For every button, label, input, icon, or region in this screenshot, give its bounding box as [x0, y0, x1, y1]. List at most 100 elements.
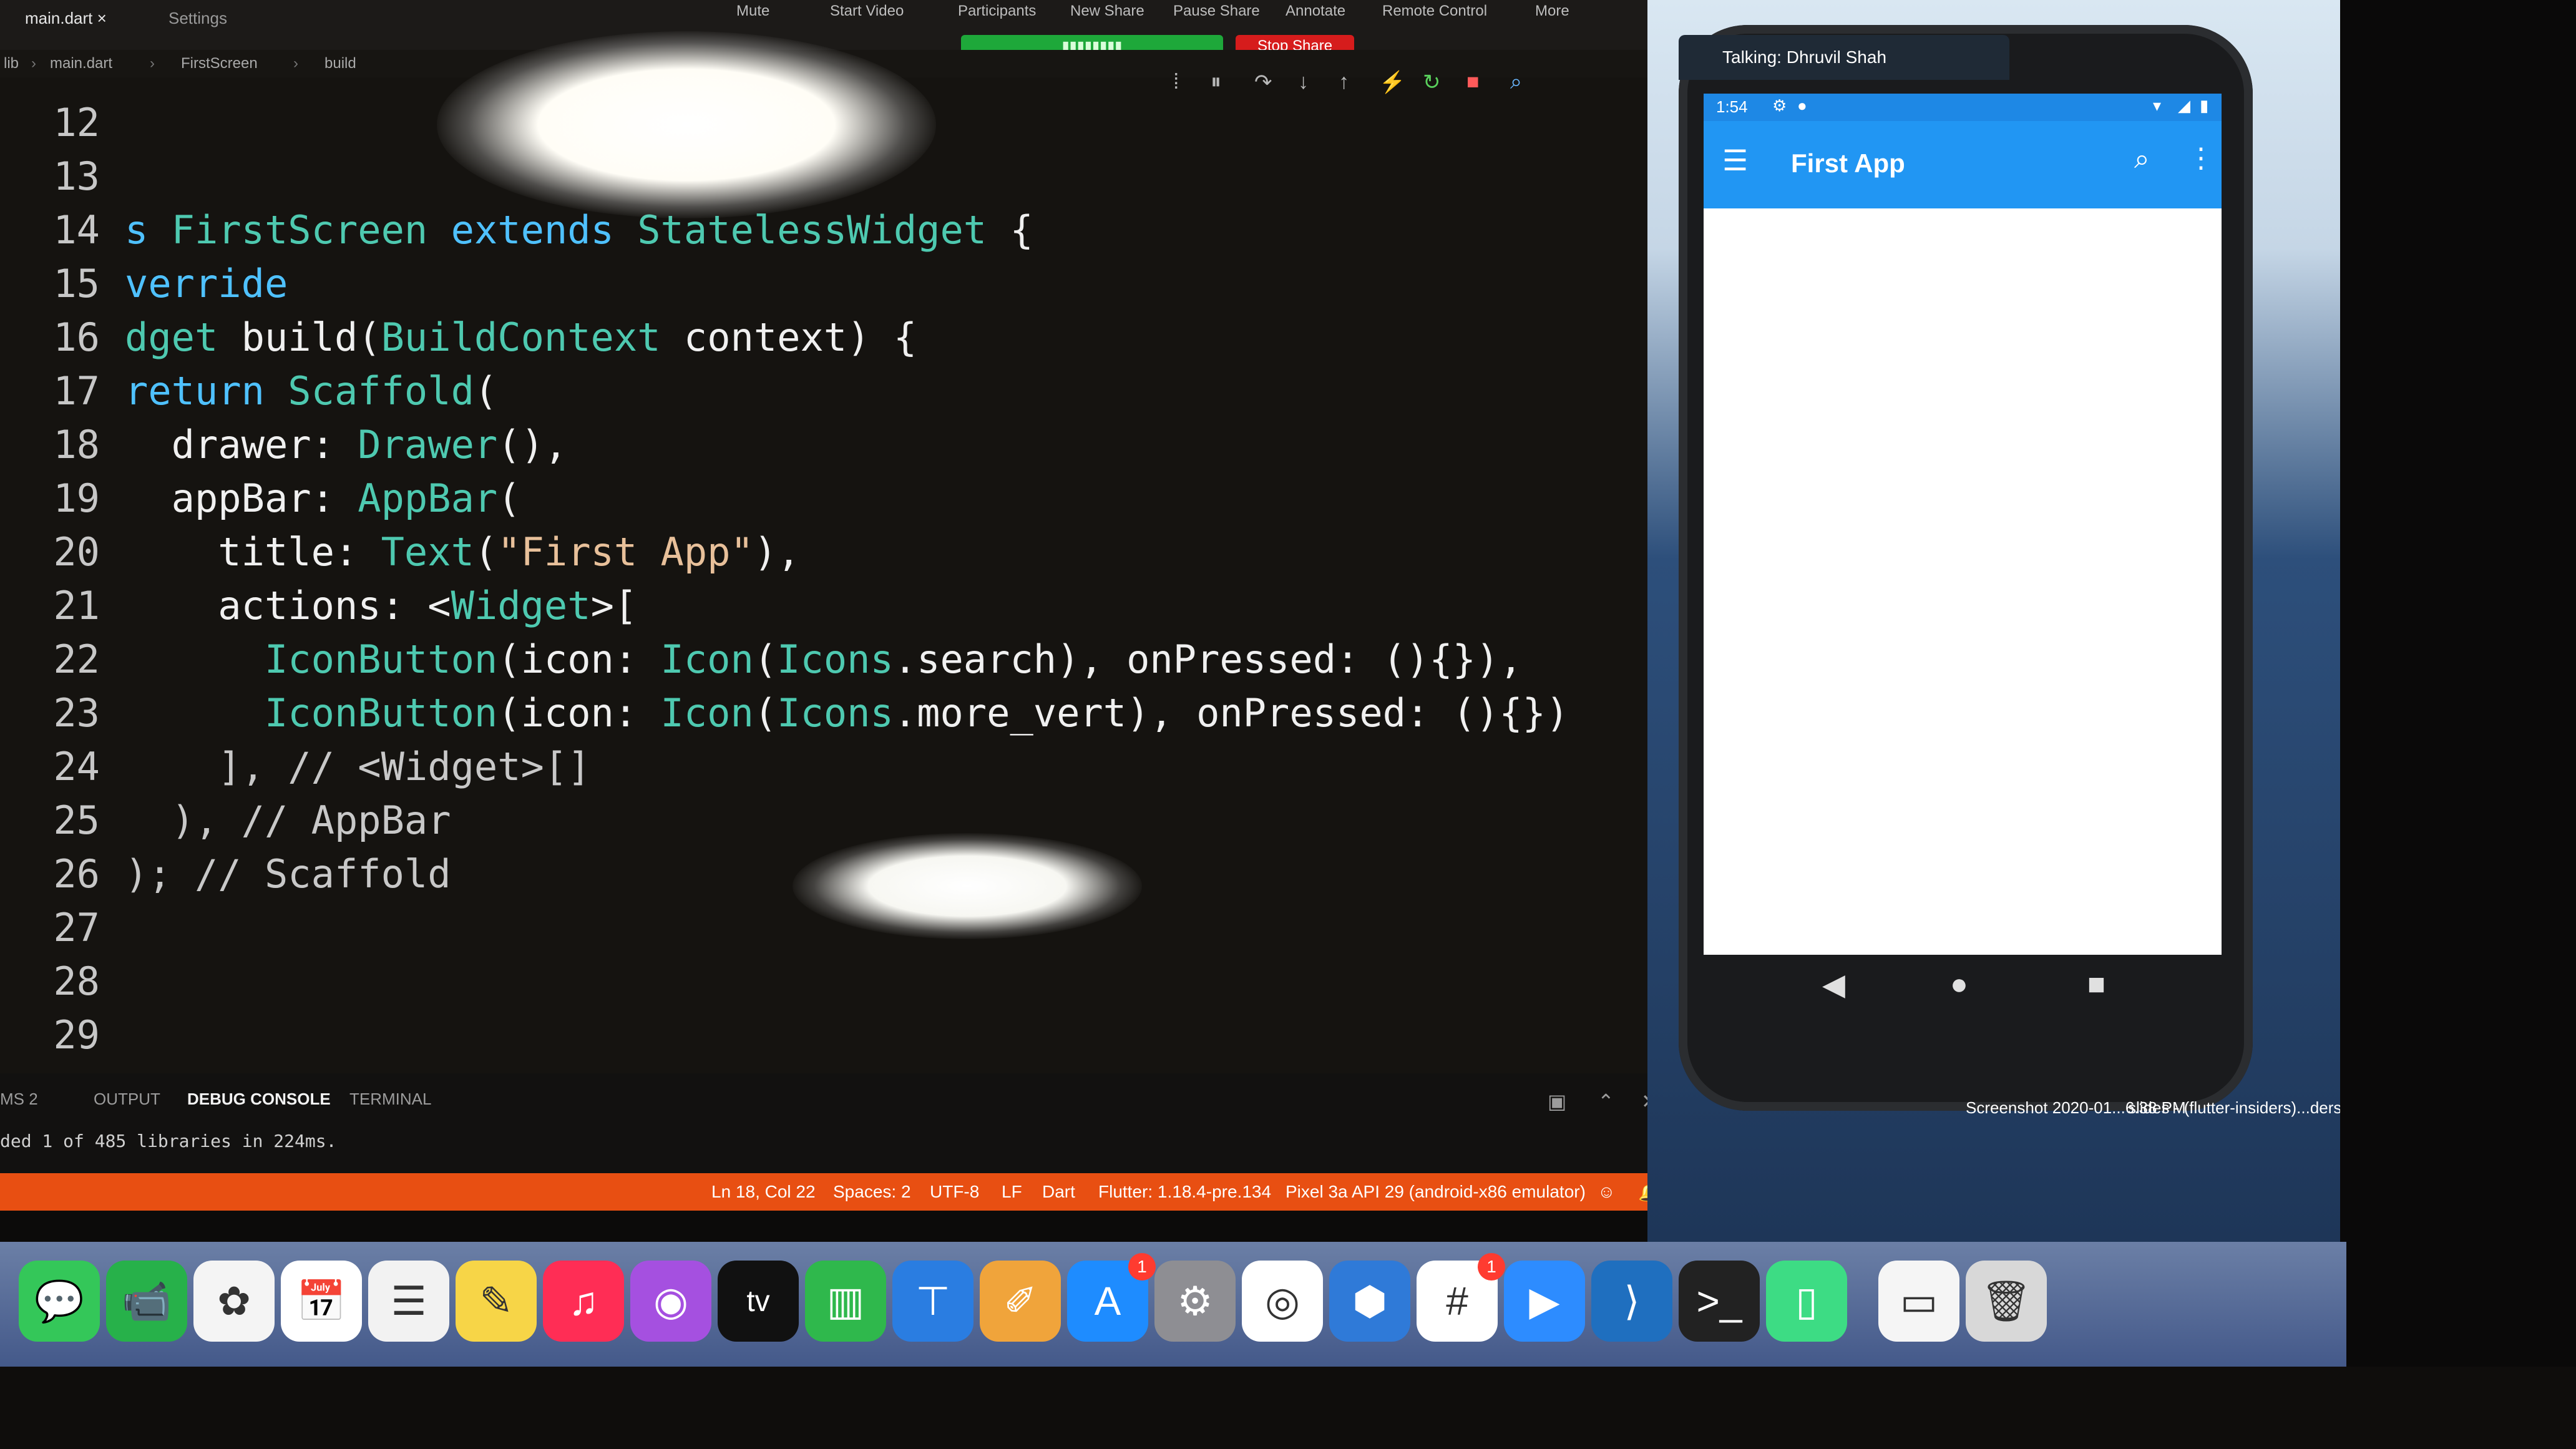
- start-video-button[interactable]: Start Video: [830, 2, 904, 20]
- new-share-button[interactable]: New Share: [1070, 2, 1144, 20]
- language-mode[interactable]: Dart: [1042, 1182, 1075, 1202]
- breadcrumb-item[interactable]: main.dart: [50, 55, 112, 72]
- code-line[interactable]: 28: [0, 959, 1654, 1012]
- breadcrumb-item[interactable]: lib: [4, 55, 19, 72]
- code-line[interactable]: 21 actions: <Widget>[: [0, 583, 1654, 637]
- maximize-panel-icon[interactable]: ▣: [1548, 1090, 1566, 1113]
- code-token: .more_vert), onPressed: (){}): [893, 690, 1569, 736]
- back-icon[interactable]: ◀: [1822, 967, 1845, 1002]
- code-line[interactable]: 20 title: Text("First App"),: [0, 529, 1654, 583]
- tab-main-dart[interactable]: main.dart ×: [25, 9, 107, 28]
- messages-icon[interactable]: 💬: [19, 1261, 100, 1342]
- code-token: Text: [381, 529, 474, 575]
- device-selector[interactable]: Pixel 3a API 29 (android-x86 emulator): [1286, 1182, 1586, 1202]
- code-line[interactable]: 29: [0, 1012, 1654, 1066]
- vscode-icon[interactable]: ⟩: [1591, 1261, 1672, 1342]
- line-number: 16: [53, 315, 100, 360]
- more-button[interactable]: More: [1535, 2, 1569, 20]
- terminal-icon[interactable]: >_: [1679, 1261, 1760, 1342]
- music-icon[interactable]: ♫: [543, 1261, 624, 1342]
- line-number: 21: [53, 583, 100, 628]
- messages-glyph: 💬: [34, 1278, 84, 1324]
- emulator-screen[interactable]: 1:54 ⚙ ● ▾ ◢ ▮ ☰ First App ⌕ ⋮: [1704, 94, 2222, 955]
- code-line[interactable]: 24 ], // <Widget>[]: [0, 744, 1654, 798]
- remote-control-button[interactable]: Remote Control: [1382, 2, 1487, 20]
- step-out-icon[interactable]: ↑: [1339, 70, 1349, 94]
- code-line[interactable]: 14 s FirstScreen extends StatelessWidget …: [0, 207, 1654, 261]
- code-line[interactable]: 27: [0, 905, 1654, 959]
- line-ending[interactable]: LF: [1002, 1182, 1022, 1202]
- code-line[interactable]: 17 return Scaffold(: [0, 368, 1654, 422]
- pages-icon[interactable]: ✐: [980, 1261, 1061, 1342]
- photos-icon[interactable]: ✿: [193, 1261, 275, 1342]
- step-over-icon[interactable]: ↷: [1254, 70, 1272, 95]
- facetime-icon[interactable]: 📹: [106, 1261, 187, 1342]
- more-vert-icon[interactable]: ⋮: [2187, 142, 2215, 174]
- menu-icon[interactable]: ☰: [1722, 144, 1748, 177]
- code-line[interactable]: 15 verride: [0, 261, 1654, 315]
- tab-terminal[interactable]: TERMINAL: [349, 1090, 431, 1109]
- code-text: dget build(BuildContext context) {: [125, 315, 917, 360]
- chrome-icon[interactable]: ◎: [1242, 1261, 1323, 1342]
- hot-reload-icon[interactable]: ⚡: [1379, 70, 1405, 95]
- code-line[interactable]: 26); // Scaffold: [0, 851, 1654, 905]
- mute-button[interactable]: Mute: [736, 2, 769, 20]
- system-preferences-icon[interactable]: ⚙: [1154, 1261, 1236, 1342]
- reminders-icon[interactable]: ☰: [368, 1261, 449, 1342]
- search-icon[interactable]: ⌕: [2134, 144, 2150, 175]
- code-line[interactable]: 18 drawer: Drawer(),: [0, 422, 1654, 476]
- numbers-icon[interactable]: ▥: [805, 1261, 886, 1342]
- tab-debug-console[interactable]: DEBUG CONSOLE: [187, 1090, 331, 1109]
- tab-problems[interactable]: MS 2: [0, 1090, 38, 1109]
- code-line[interactable]: 23 IconButton(icon: Icon(Icons.more_vert…: [0, 690, 1654, 744]
- code-line[interactable]: 12: [0, 100, 1654, 154]
- code-line[interactable]: 25 ), // AppBar: [0, 798, 1654, 851]
- flutter-version[interactable]: Flutter: 1.18.4-pre.134: [1098, 1182, 1271, 1202]
- line-number: 19: [53, 476, 100, 521]
- code-line[interactable]: 16 dget build(BuildContext context) {: [0, 315, 1654, 368]
- code-line[interactable]: 22 IconButton(icon: Icon(Icons.search), …: [0, 637, 1654, 690]
- trash-icon[interactable]: 🗑: [1966, 1261, 2047, 1342]
- indentation[interactable]: Spaces: 2: [833, 1182, 911, 1202]
- pause-icon[interactable]: ⏸: [1211, 70, 1221, 94]
- sourcetree-icon[interactable]: ⬢: [1329, 1261, 1410, 1342]
- code-token: AppBar: [358, 476, 498, 521]
- annotate-button[interactable]: Annotate: [1286, 2, 1345, 20]
- close-icon[interactable]: ×: [97, 9, 107, 27]
- inspect-icon[interactable]: ⌕: [1510, 70, 1522, 94]
- code-token: BuildContext: [381, 315, 661, 360]
- code-token: Icon: [660, 637, 754, 682]
- chevron-up-icon[interactable]: ⌃: [1598, 1090, 1614, 1113]
- stop-icon[interactable]: ■: [1466, 70, 1480, 94]
- calendar-icon[interactable]: 📅: [281, 1261, 362, 1342]
- finder-window-icon[interactable]: ▭: [1878, 1261, 1959, 1342]
- code-line[interactable]: 19 appBar: AppBar(: [0, 476, 1654, 529]
- android-studio-icon[interactable]: ▯: [1766, 1261, 1847, 1342]
- tv-icon[interactable]: tv: [718, 1261, 799, 1342]
- drag-handle-icon[interactable]: ⁞: [1173, 70, 1179, 94]
- podcasts-icon[interactable]: ◉: [630, 1261, 711, 1342]
- feedback-icon[interactable]: ☺: [1598, 1182, 1616, 1202]
- emulator-title-bar[interactable]: Talking: Dhruvil Shah: [1679, 35, 2009, 80]
- zoom-icon[interactable]: ▶: [1504, 1261, 1585, 1342]
- home-icon[interactable]: ●: [1950, 967, 1968, 1002]
- participants-button[interactable]: Participants: [958, 2, 1036, 20]
- slack-icon[interactable]: #1: [1417, 1253, 1505, 1342]
- desktop-file-label[interactable]: slides - (flutter-insiders)...ders.pdf: [2128, 1098, 2369, 1118]
- notes-icon[interactable]: ✎: [456, 1261, 537, 1342]
- recents-icon[interactable]: ■: [2087, 967, 2105, 1002]
- pause-share-button[interactable]: Pause Share: [1173, 2, 1260, 20]
- breadcrumb-item[interactable]: build: [324, 55, 356, 72]
- tab-settings[interactable]: Settings: [168, 9, 227, 28]
- restart-icon[interactable]: ↻: [1423, 70, 1441, 95]
- app-store-icon[interactable]: A1: [1067, 1253, 1156, 1342]
- encoding[interactable]: UTF-8: [930, 1182, 979, 1202]
- breadcrumb-item[interactable]: FirstScreen: [181, 55, 258, 72]
- tab-output[interactable]: OUTPUT: [94, 1090, 160, 1109]
- step-into-icon[interactable]: ↓: [1298, 70, 1309, 94]
- cursor-position[interactable]: Ln 18, Col 22: [711, 1182, 816, 1202]
- code-token: StatelessWidget: [637, 207, 987, 253]
- keynote-icon[interactable]: ⊤: [892, 1261, 973, 1342]
- code-area[interactable]: 12 13 14 s FirstScreen extends StatelessWid…: [0, 100, 1679, 1073]
- code-line[interactable]: 13: [0, 154, 1654, 207]
